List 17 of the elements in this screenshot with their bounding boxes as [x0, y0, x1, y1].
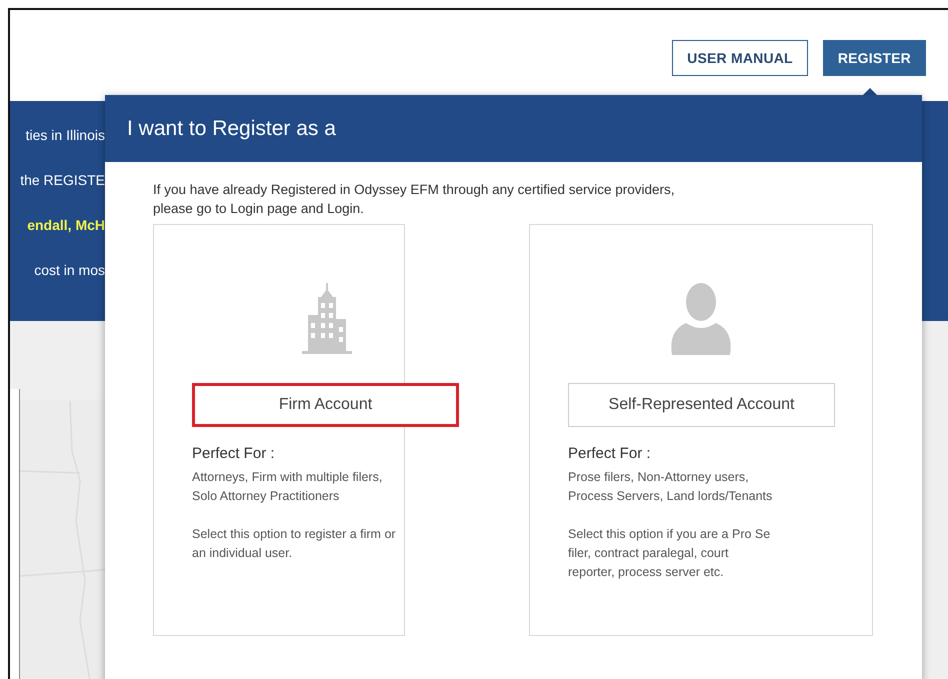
audience-text: Prose filers, Non-Attorney users, Process Servers, Land lords/Tenants — [568, 469, 772, 505]
dialog-title: I want to Register as a — [127, 116, 336, 140]
option-description: Select this option if you are a Pro Se filer, contract paralegal, court reporter, process server etc. — [568, 526, 770, 581]
perfect-for-heading: Perfect For : — [568, 445, 651, 462]
perfect-for-heading: Perfect For : — [192, 445, 275, 462]
banner-text: cost in mos — [33, 262, 105, 278]
option-description: Select this option to register a firm or an individual user. — [192, 526, 396, 562]
banner-text: ties in Illinois — [24, 127, 105, 143]
audience-text: Attorneys, Firm with multiple filers, Solo Attorney Practitioners — [192, 469, 382, 505]
register-button[interactable]: REGISTER — [822, 40, 926, 76]
banner-text: endall, McH — [26, 217, 105, 233]
intro-text: If you have already Registered in Odyssey EFM through any certified service providers, please go to Login page and Login. — [153, 181, 676, 218]
account-type-button[interactable]: Self-Represented Account — [568, 383, 835, 427]
building-icon — [302, 283, 352, 355]
manual-button[interactable]: USER MANUAL — [672, 40, 808, 76]
account-type-button[interactable]: Firm Account — [192, 383, 459, 427]
banner-text: the REGISTE — [19, 172, 105, 188]
